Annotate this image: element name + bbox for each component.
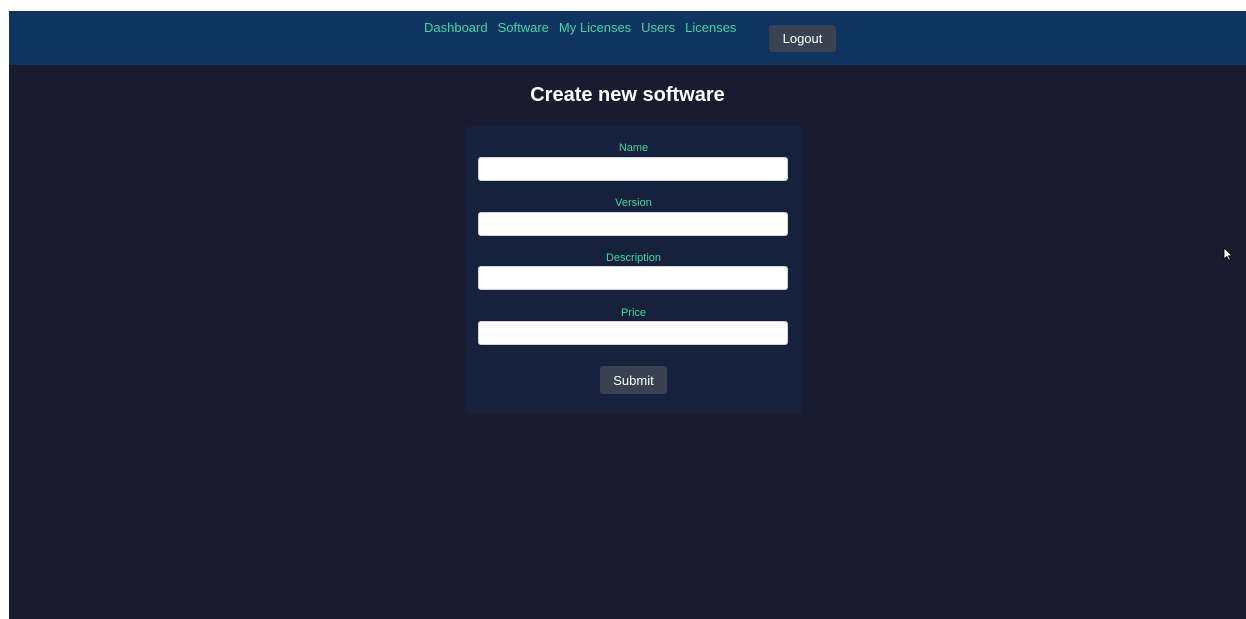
description-input[interactable] [478,266,788,290]
name-input[interactable] [478,157,788,181]
version-label: Version [615,197,652,209]
mouse-pointer-icon [1223,247,1233,261]
app-window: Dashboard Software My Licenses Users Lic… [9,11,1246,619]
top-navbar: Dashboard Software My Licenses Users Lic… [9,11,1246,65]
page-title: Create new software [530,84,725,106]
nav-link-users[interactable]: Users [641,20,675,35]
create-software-form: Name Version Description Price Submit [465,126,802,414]
logout-button[interactable]: Logout [769,25,836,52]
nav-link-dashboard[interactable]: Dashboard [424,20,488,35]
description-label: Description [605,252,662,264]
version-input[interactable] [478,212,788,236]
submit-button[interactable]: Submit [600,366,667,394]
nav-link-licenses[interactable]: Licenses [685,20,736,35]
name-label: Name [618,142,649,154]
price-label: Price [620,307,647,319]
nav-links: Dashboard Software My Licenses Users Lic… [424,20,746,35]
nav-link-my-licenses[interactable]: My Licenses [559,20,631,35]
price-input[interactable] [478,321,788,345]
nav-link-software[interactable]: Software [498,20,549,35]
